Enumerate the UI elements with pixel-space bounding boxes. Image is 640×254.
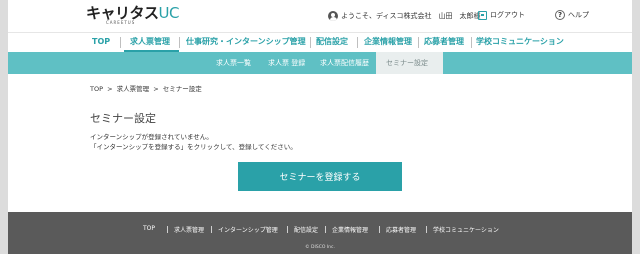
subnav-item-seminar-settings[interactable]: セミナー設定	[376, 52, 443, 74]
logout-label: ログアウト	[490, 11, 525, 19]
logo-sub-text: CAREETUS	[106, 20, 136, 25]
help-icon: ?	[555, 10, 565, 20]
page-title: セミナー設定	[90, 112, 156, 125]
breadcrumb-item-current: セミナー設定	[162, 85, 202, 93]
user-info: ようこそ、ディスコ株式会社 山田 太郎様	[328, 10, 481, 22]
mainnav-item-job-posting[interactable]: 求人票管理	[130, 37, 170, 47]
subnav-item-label: セミナー設定	[386, 59, 428, 67]
mainnav-item-company-info[interactable]: 企業情報管理	[364, 37, 412, 47]
user-greeting: ようこそ、ディスコ株式会社 山田 太郎様	[341, 12, 481, 20]
footer-divider	[287, 226, 288, 233]
footer-divider	[379, 226, 380, 233]
mainnav-item-school-communication[interactable]: 学校コミュニケーション	[476, 37, 564, 47]
breadcrumb-item-top[interactable]: TOP	[90, 85, 103, 93]
footer-divider	[426, 226, 427, 233]
sub-nav: 求人票一覧 求人票 登録 求人票配信履歴 セミナー設定	[8, 52, 632, 74]
logout-link[interactable]: ログアウト	[478, 10, 525, 20]
main-nav: TOP 求人票管理 仕事研究・インターンシップ管理 配信設定 企業情報管理 応募…	[8, 32, 632, 52]
breadcrumb: TOP > 求人票管理 > セミナー設定	[90, 83, 204, 93]
mainnav-divider	[310, 37, 311, 48]
mainnav-divider	[357, 37, 358, 48]
footer: TOP 求人票管理 インターンシップ管理 配信設定 企業情報管理 応募者管理 学…	[8, 212, 632, 254]
footer-divider	[167, 226, 168, 233]
user-icon	[328, 11, 338, 21]
footer-link-job-posting[interactable]: 求人票管理	[174, 225, 204, 234]
page-frame: キャリタスUC CAREETUS ようこそ、ディスコ株式会社 山田 太郎様 ログ…	[8, 0, 632, 254]
subnav-item-delivery-history[interactable]: 求人票配信履歴	[320, 58, 369, 68]
copyright: © DISCO Inc.	[305, 245, 335, 250]
mainnav-item-internship[interactable]: 仕事研究・インターンシップ管理	[186, 37, 306, 47]
footer-link-top[interactable]: TOP	[143, 225, 155, 232]
mainnav-divider	[179, 37, 180, 48]
footer-divider	[211, 226, 212, 233]
empty-message-line-1: インターンシップが登録されていません。	[90, 133, 213, 141]
empty-message-line-2: 「インターンシップを登録する」をクリックして、登録してください。	[90, 143, 297, 151]
mainnav-item-applicants[interactable]: 応募者管理	[424, 37, 464, 47]
mainnav-divider	[418, 37, 419, 48]
footer-link-school-communication[interactable]: 学校コミュニケーション	[433, 225, 499, 234]
logo-accent-text: UC	[158, 4, 180, 22]
breadcrumb-separator: >	[107, 85, 113, 93]
help-link[interactable]: ? ヘルプ	[555, 10, 589, 20]
logout-icon	[478, 10, 487, 20]
breadcrumb-separator: >	[153, 85, 159, 93]
help-label: ヘルプ	[568, 11, 589, 19]
subnav-item-job-list[interactable]: 求人票一覧	[216, 58, 251, 68]
mainnav-item-delivery[interactable]: 配信設定	[316, 37, 348, 47]
mainnav-item-top[interactable]: TOP	[92, 37, 110, 47]
breadcrumb-item-job-posting[interactable]: 求人票管理	[117, 85, 150, 93]
footer-link-delivery[interactable]: 配信設定	[294, 225, 318, 234]
register-seminar-button[interactable]: セミナーを登録する	[238, 162, 402, 191]
footer-link-company-info[interactable]: 企業情報管理	[332, 225, 368, 234]
header: キャリタスUC CAREETUS ようこそ、ディスコ株式会社 山田 太郎様 ログ…	[8, 0, 632, 30]
subnav-item-job-register[interactable]: 求人票 登録	[268, 58, 305, 68]
mainnav-divider	[120, 37, 121, 48]
footer-divider	[325, 226, 326, 233]
footer-link-applicants[interactable]: 応募者管理	[386, 225, 416, 234]
footer-links: TOP 求人票管理 インターンシップ管理 配信設定 企業情報管理 応募者管理 学…	[8, 225, 632, 235]
mainnav-divider	[471, 37, 472, 48]
footer-link-internship[interactable]: インターンシップ管理	[218, 225, 278, 234]
logo[interactable]: キャリタスUC	[86, 6, 179, 21]
